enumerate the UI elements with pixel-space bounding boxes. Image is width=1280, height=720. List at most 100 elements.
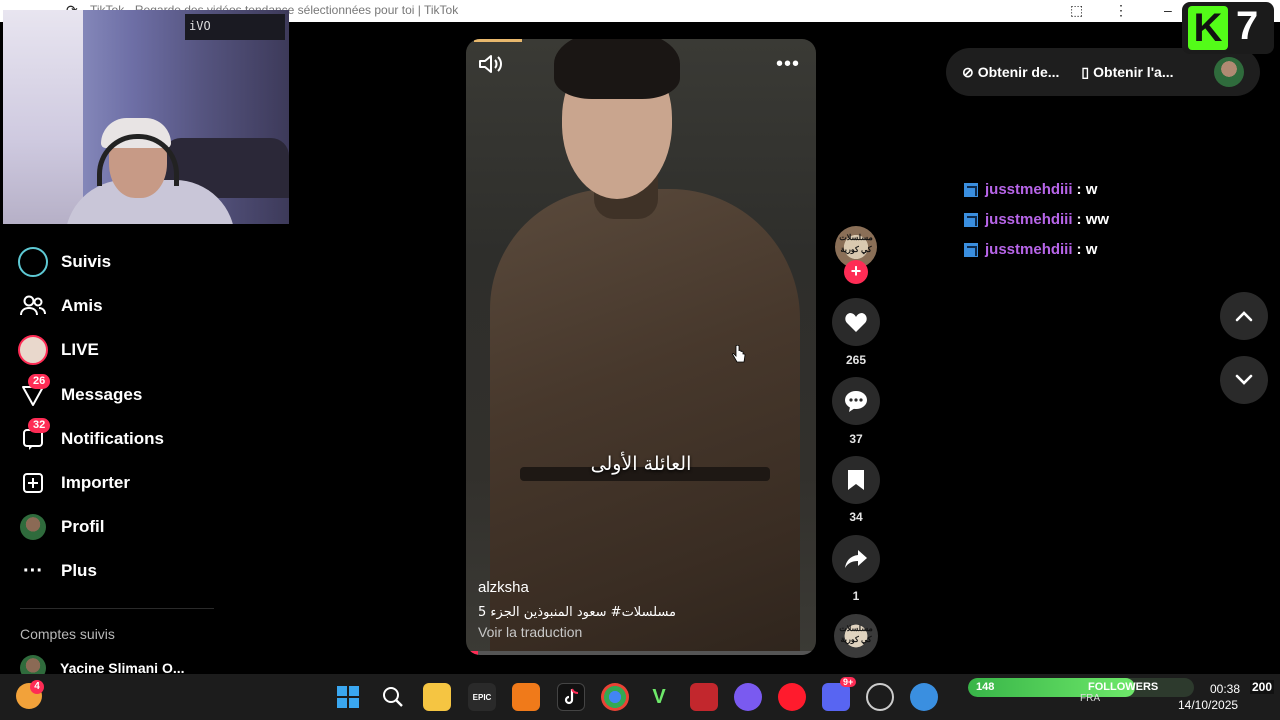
followers-label: FOLLOWERS	[1088, 681, 1159, 693]
chat-message: jusstmehdiii : w	[964, 181, 1097, 198]
browser-menu-icon[interactable]: ⋮	[1114, 2, 1128, 19]
followers-count: 148	[976, 681, 995, 693]
app-red-icon[interactable]	[690, 683, 718, 711]
language-indicator[interactable]: FRA	[1080, 693, 1100, 704]
app-gear-icon[interactable]	[866, 683, 894, 711]
chat-text: : w	[1076, 181, 1098, 198]
kick-logo-k: K	[1188, 6, 1228, 50]
chat-badge-icon	[964, 212, 978, 227]
video-figure-hair	[554, 39, 680, 99]
volume-icon[interactable]	[478, 53, 504, 75]
extensions-icon[interactable]: ⬚	[1070, 2, 1083, 19]
like-count: 265	[845, 353, 867, 367]
taskbar-date[interactable]: 14/10/2025	[1178, 698, 1238, 712]
notifications-badge: 32	[28, 418, 51, 433]
notifications-icon: 32	[18, 418, 51, 454]
search-icon[interactable]	[379, 683, 407, 711]
get-coins-label: Obtenir de...	[977, 64, 1060, 80]
previous-video-button[interactable]	[1220, 292, 1268, 340]
video-progress-track[interactable]	[466, 651, 816, 655]
sidebar-item-messages[interactable]: 26 Messages	[18, 374, 142, 412]
creator-avatar-text: مسلسلات كي كورية	[839, 233, 873, 254]
comment-button[interactable]	[832, 377, 880, 425]
chat-text: : w	[1076, 241, 1098, 258]
live-avatar-icon	[18, 335, 48, 365]
kick-logo-number: 7	[1236, 4, 1259, 48]
discord-badge: 9+	[840, 677, 857, 687]
chat-message: jusstmehdiii : ww	[964, 211, 1109, 228]
sidebar-item-importer[interactable]: Importer	[18, 466, 130, 500]
webcam-tag: iVO	[185, 14, 285, 40]
video-figure-robe	[490, 189, 800, 655]
get-app-button[interactable]: ▯ Obtenir l'a...	[1081, 64, 1173, 81]
sidebar-item-label: LIVE	[61, 340, 99, 359]
messages-icon: 26	[18, 374, 51, 410]
stream-timer: 00:38	[1210, 682, 1241, 696]
webcam-tag-text: iVO	[189, 19, 211, 33]
followed-accounts-title: Comptes suivis	[20, 626, 115, 642]
file-explorer-icon[interactable]	[423, 683, 451, 711]
webcam-overlay: iVO	[3, 10, 289, 224]
follow-plus-button[interactable]: +	[844, 260, 868, 284]
more-dots-icon: ···	[23, 559, 43, 582]
user-avatar[interactable]	[1214, 57, 1244, 87]
chat-username: jusstmehdiii	[985, 181, 1073, 198]
sidebar-item-profil[interactable]: Profil	[18, 510, 104, 544]
video-more-icon[interactable]: •••	[776, 53, 800, 76]
chat-username: jusstmehdiii	[985, 211, 1073, 228]
music-disc[interactable]: مسلسلات كي كورية	[834, 614, 878, 658]
app-orange-icon[interactable]	[512, 683, 540, 711]
chat-badge-icon	[964, 182, 978, 197]
windows-start-icon[interactable]	[334, 683, 362, 711]
bookmark-icon	[848, 470, 864, 490]
sidebar-divider	[20, 608, 214, 609]
save-count: 34	[849, 510, 863, 524]
vectorworks-icon[interactable]: V	[645, 683, 673, 711]
video-author[interactable]: alzksha	[478, 579, 529, 596]
sidebar-item-amis[interactable]: Amis	[18, 289, 103, 323]
app-camera-icon[interactable]	[910, 683, 938, 711]
chat-text: : ww	[1076, 211, 1110, 228]
epic-games-label: EPIC	[472, 692, 492, 702]
sidebar-item-suivis[interactable]: Suivis	[18, 245, 111, 279]
profile-avatar	[18, 512, 48, 542]
heart-icon	[845, 313, 867, 332]
discord-icon[interactable]: 9+	[822, 677, 857, 711]
friends-icon	[18, 291, 48, 321]
minimize-icon[interactable]: –	[1164, 2, 1172, 18]
video-player[interactable]: ••• العائلة الأولى alzksha 5 مسلسلات# سع…	[466, 39, 816, 655]
chat-badge-icon	[964, 242, 978, 257]
video-progress-fill	[466, 651, 478, 655]
chevron-up-icon	[1235, 311, 1253, 322]
tiktok-icon[interactable]	[557, 683, 585, 711]
video-subtitle: العائلة الأولى	[590, 453, 692, 475]
save-button[interactable]	[832, 456, 880, 504]
weather-badge: 4	[30, 680, 44, 694]
sidebar-item-notifications[interactable]: 32 Notifications	[18, 418, 164, 456]
chrome-icon[interactable]	[601, 683, 629, 711]
sidebar-item-label: Plus	[61, 561, 97, 580]
video-caption: 5 مسلسلات# سعود المنبوذين الجزء	[478, 605, 677, 620]
next-video-button[interactable]	[1220, 356, 1268, 404]
see-translation-link[interactable]: Voir la traduction	[478, 624, 582, 640]
video-loading-indicator	[474, 39, 522, 42]
twitch-chat-icon[interactable]	[734, 683, 762, 711]
epic-games-icon[interactable]: EPIC	[468, 683, 496, 711]
webcam-window-background	[3, 10, 83, 224]
phone-icon: ▯	[1081, 63, 1090, 80]
sidebar-item-label: Suivis	[61, 252, 112, 271]
get-coins-button[interactable]: ⊘ Obtenir de...	[962, 64, 1059, 81]
sidebar-item-plus[interactable]: ··· Plus	[18, 554, 97, 588]
sidebar-item-label: Profil	[61, 517, 105, 536]
following-ring-icon	[18, 247, 48, 277]
upload-plus-icon	[18, 468, 48, 498]
kick-overlay-logo: K 7	[1182, 2, 1274, 54]
share-button[interactable]	[832, 535, 880, 583]
sidebar-item-live[interactable]: LIVE	[18, 333, 99, 367]
like-button[interactable]	[832, 298, 880, 346]
sidebar-item-label: Importer	[61, 473, 130, 492]
opera-icon[interactable]	[778, 683, 806, 711]
chat-message: jusstmehdiii : w	[964, 241, 1097, 258]
share-count: 1	[852, 589, 860, 603]
coin-icon: ⊘	[962, 63, 974, 80]
